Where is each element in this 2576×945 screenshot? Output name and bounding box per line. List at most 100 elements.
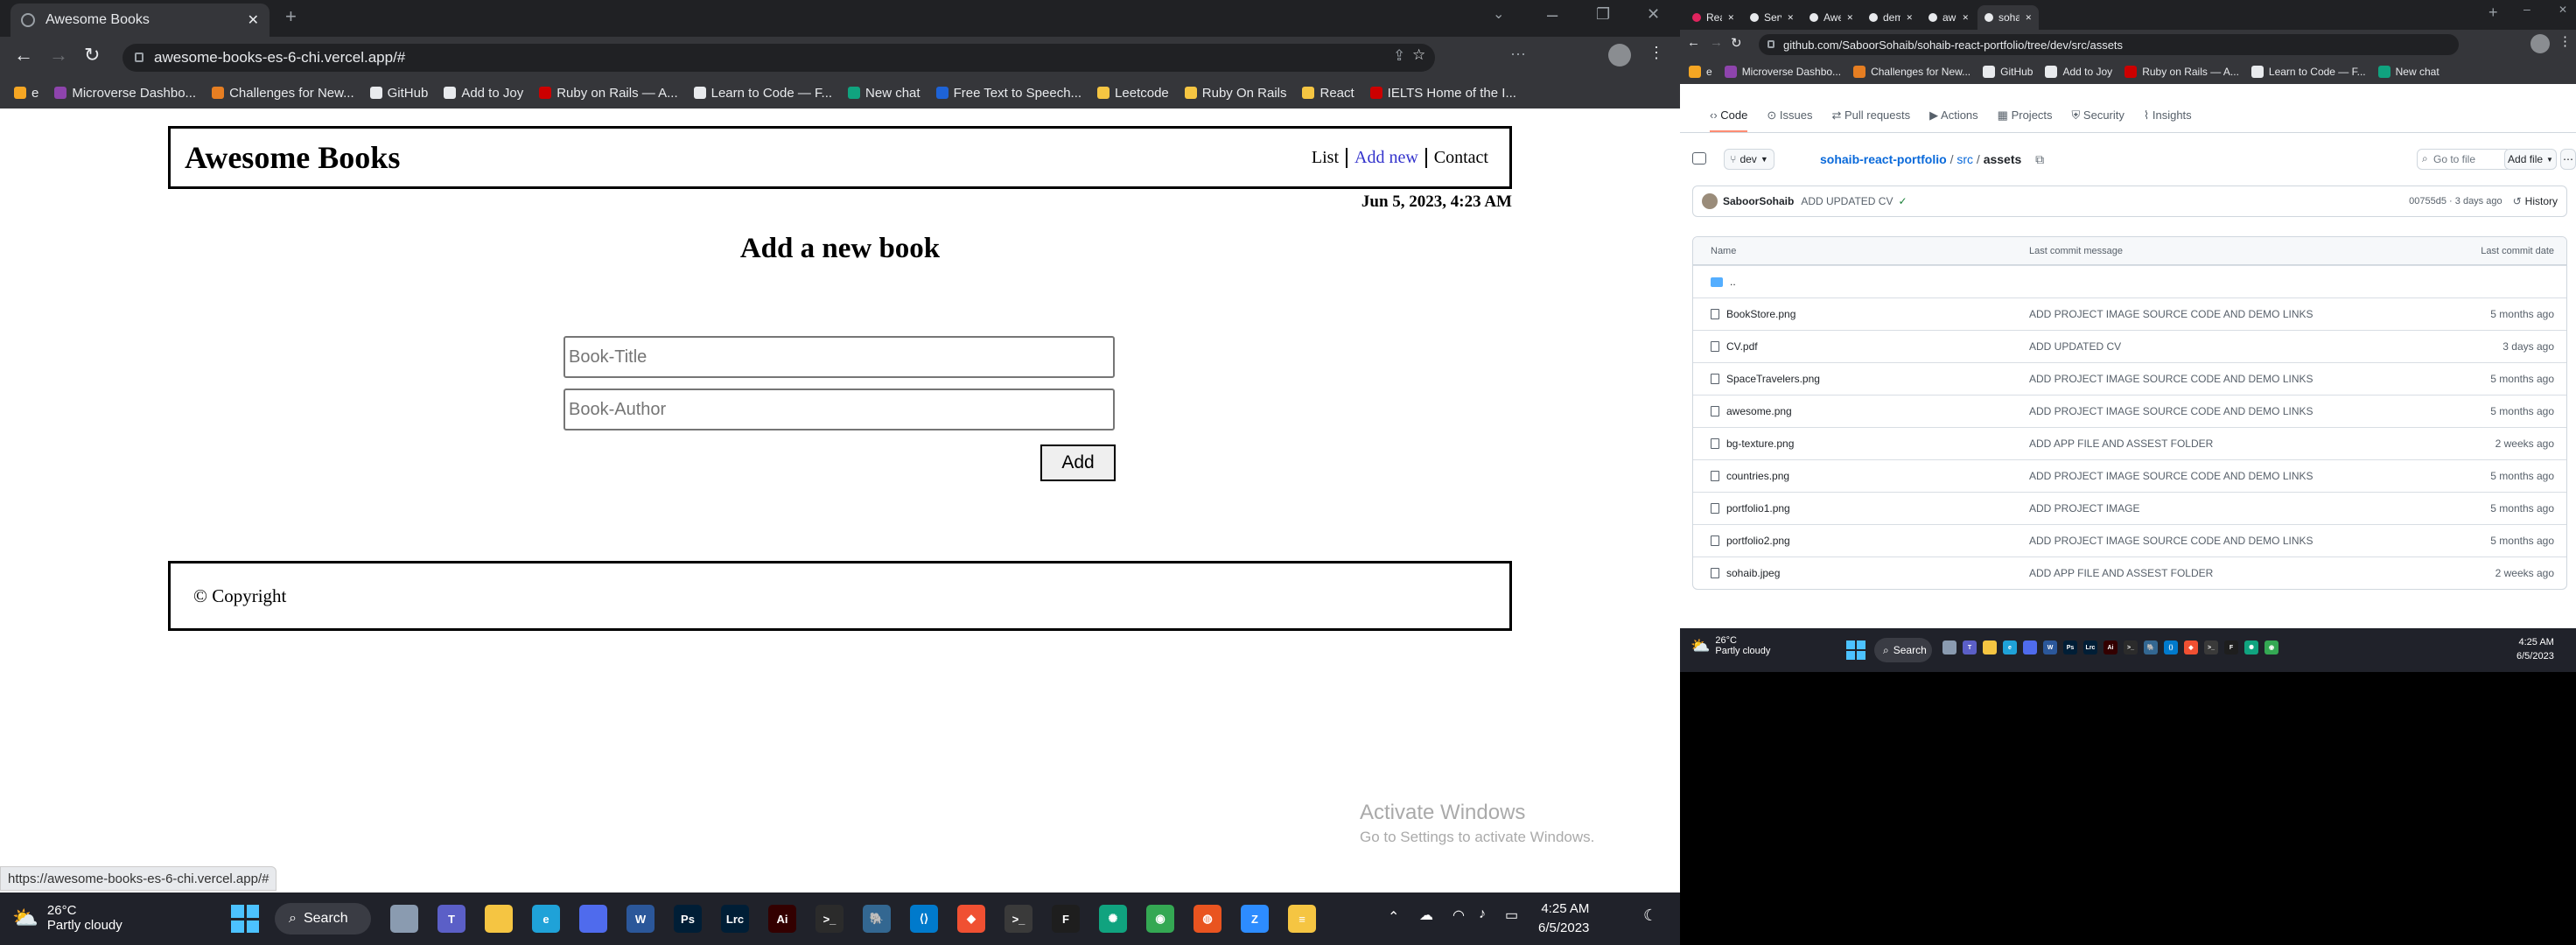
file-row[interactable]: BookStore.png ADD PROJECT IMAGE SOURCE CO… [1693,298,2566,330]
forward-icon-2[interactable]: → [1710,35,1723,50]
repo-tab-code[interactable]: ‹› Code [1710,108,1748,132]
file-row[interactable]: awesome.png ADD PROJECT IMAGE SOURCE CODE… [1693,395,2566,427]
left-bookmark-4[interactable]: Add to Joy [444,86,523,101]
illustrator-icon[interactable]: Ai [768,905,796,933]
right-bookmark-1[interactable]: Microverse Dashbo... [1724,66,1841,78]
left-bookmark-5[interactable]: Ruby on Rails — A... [539,86,678,101]
vscode-icon[interactable]: ⟨⟩ [2164,640,2178,654]
start-icon[interactable] [1846,640,1866,660]
figma-icon[interactable]: F [1052,905,1080,933]
close-icon[interactable]: ✕ [2025,13,2032,23]
terminal-icon[interactable]: >_ [2124,640,2138,654]
store-icon[interactable] [579,905,607,933]
chrome-icon[interactable]: ◉ [2264,640,2278,654]
file-name[interactable]: countries.png [1726,470,1789,482]
tab-0[interactable]: React Icons ✕ [1685,5,1741,30]
teams-icon[interactable]: T [1963,640,1977,654]
menu-icon-2[interactable]: ⋮ [2558,33,2572,49]
file-name[interactable]: CV.pdf [1726,340,1758,353]
store-icon[interactable] [2023,640,2037,654]
word-icon[interactable]: W [2043,640,2057,654]
forward-icon[interactable]: → [49,44,68,66]
moon-icon[interactable]: ☾ [1643,906,1657,925]
file-name[interactable]: sohaib.jpeg [1726,567,1780,579]
left-bookmark-8[interactable]: Free Text to Speech... [935,86,1082,101]
clock[interactable]: 4:25 AM 6/5/2023 [1538,900,1589,938]
add-button[interactable]: Add [1040,444,1116,481]
file-explorer-icon[interactable] [1942,640,1956,654]
add-file-button[interactable]: Add file ▼ [2504,149,2557,170]
word-icon[interactable]: W [626,905,654,933]
file-row[interactable]: portfolio1.png ADD PROJECT IMAGE 5 months … [1693,492,2566,524]
lightroom-icon[interactable]: Lrc [721,905,749,933]
right-bookmark-6[interactable]: Learn to Code — F... [2250,66,2366,78]
book-title-input[interactable] [564,336,1115,378]
battery-icon[interactable]: ▭ [1505,906,1518,924]
close-icon[interactable]: ✕ [1846,13,1853,23]
lightroom-icon[interactable]: Lrc [2083,640,2097,654]
address-bar[interactable]: awesome-books-es-6-chi.vercel.app/# ⇪ ☆ [122,44,1435,72]
git-icon[interactable]: ◆ [2184,640,2198,654]
left-bookmark-10[interactable]: Ruby On Rails [1184,86,1286,101]
taskbar-search[interactable]: ⌕ Search [275,903,371,934]
tab-1[interactable]: Services co ✕ [1743,5,1801,30]
commit-meta[interactable]: 00755d5 · 3 days ago [2409,196,2502,206]
tab-2[interactable]: Awesome ✕ [1802,5,1860,30]
left-bookmark-2[interactable]: Challenges for New... [212,86,354,101]
left-bookmark-9[interactable]: Leetcode [1097,86,1169,101]
file-name[interactable]: BookStore.png [1726,308,1796,320]
file-name[interactable]: SpaceTravelers.png [1726,373,1820,385]
right-bookmark-5[interactable]: Ruby on Rails — A... [2124,66,2239,78]
repo-tab-insights[interactable]: ⌇ Insights [2144,108,2192,122]
reload-icon[interactable]: ↻ [84,44,100,66]
new-tab-icon-2[interactable]: + [2488,4,2498,22]
right-bookmark-0[interactable]: e [1689,66,1712,78]
file-commit-message[interactable]: ADD PROJECT IMAGE SOURCE CODE AND DEMO L… [2029,373,2458,385]
onedrive-icon[interactable]: ☁ [1419,906,1433,924]
file-name[interactable]: portfolio2.png [1726,535,1790,547]
close-icon[interactable]: ✕ [248,11,259,29]
right-bookmark-4[interactable]: Add to Joy [2045,66,2112,78]
right-bookmark-3[interactable]: GitHub [1983,66,2033,78]
wifi-icon[interactable]: ◠ [1452,906,1465,924]
tab-3[interactable]: demix007/ ✕ [1862,5,1920,30]
file-commit-message[interactable]: ADD PROJECT IMAGE SOURCE CODE AND DEMO L… [2029,308,2458,320]
profile-avatar[interactable] [1608,44,1631,66]
start-icon[interactable] [231,905,259,933]
pgadmin-icon[interactable]: 🐘 [2144,640,2158,654]
chatgpt-icon[interactable]: ✺ [1099,905,1127,933]
star-icon[interactable]: ☆ [1412,46,1425,64]
left-bookmark-0[interactable]: e [14,86,38,101]
share-icon[interactable]: ⇪ [1393,47,1405,65]
repo-tab-pull-requests[interactable]: ⇄ Pull requests [1831,108,1910,122]
profile-avatar-2[interactable] [2530,34,2550,53]
go-to-file-input[interactable]: ⌕ Go to file [2417,149,2511,170]
photoshop-icon[interactable]: Ps [674,905,702,933]
left-bookmark-6[interactable]: Learn to Code — F... [693,86,832,101]
figma-icon[interactable]: F [2224,640,2238,654]
repo-tab-projects[interactable]: ▦ Projects [1998,108,2053,122]
file-commit-message[interactable]: ADD PROJECT IMAGE SOURCE CODE AND DEMO L… [2029,405,2458,417]
chatgpt-icon[interactable]: ✺ [2244,640,2258,654]
chevron-up-icon[interactable]: ⌃ [1388,908,1399,926]
file-commit-message[interactable]: ADD PROJECT IMAGE SOURCE CODE AND DEMO L… [2029,535,2458,547]
taskbar-search-2[interactable]: ⌕ Search [1874,638,1932,662]
left-bookmark-7[interactable]: New chat [848,86,920,101]
minimize-icon[interactable]: – [1547,4,1558,26]
back-icon-2[interactable]: ← [1687,35,1700,50]
left-bookmark-3[interactable]: GitHub [369,86,428,101]
repo-tab-security[interactable]: ⛨ Security [2072,108,2124,122]
teams-icon[interactable]: T [438,905,466,933]
close-window-icon[interactable]: ✕ [1647,5,1660,24]
file-commit-message[interactable]: ADD APP FILE AND ASSEST FOLDER [2029,438,2458,450]
file-commit-message[interactable]: ADD PROJECT IMAGE [2029,502,2458,514]
chrome-icon[interactable]: ◉ [1146,905,1174,933]
left-bookmark-1[interactable]: Microverse Dashbo... [54,86,196,101]
new-tab-icon[interactable]: + [285,5,297,28]
close-window-icon-2[interactable]: ✕ [2558,4,2567,16]
weather-widget[interactable]: ⛅ 26°C Partly cloudy [12,903,122,933]
file-commit-message[interactable]: ADD APP FILE AND ASSEST FOLDER [2029,567,2458,579]
file-row[interactable]: sohaib.jpeg ADD APP FILE AND ASSEST FOLDE… [1693,556,2566,589]
parent-directory-row[interactable]: .. [1693,265,2566,298]
commit-author[interactable]: SaboorSohaib [1723,195,1794,207]
